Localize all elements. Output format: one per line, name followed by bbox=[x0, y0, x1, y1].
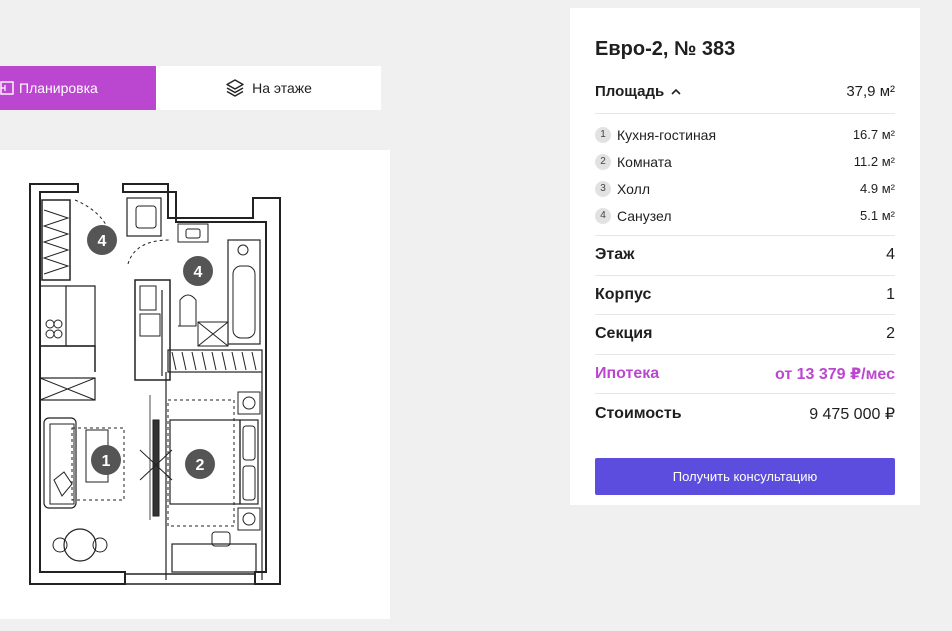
area-toggle[interactable]: Площадь 37,9 м² bbox=[595, 70, 895, 114]
apartment-info-card: Евро-2, № 383 Площадь 37,9 м² 1 Кухня-гос… bbox=[570, 8, 920, 505]
area-value: 37,9 м² bbox=[846, 83, 895, 100]
section-row: Секция 2 bbox=[595, 315, 895, 355]
room-number: 1 bbox=[595, 126, 611, 143]
area-label: Площадь bbox=[595, 83, 665, 100]
consultation-button[interactable]: Получить консультацию bbox=[595, 457, 895, 495]
room-number: 2 bbox=[595, 153, 611, 170]
chevron-up-icon bbox=[671, 88, 681, 95]
tab-plan-label: Планировка bbox=[19, 80, 98, 96]
list-item: 4 Санузел 5.1 м² bbox=[595, 202, 895, 229]
svg-text:4: 4 bbox=[98, 233, 107, 250]
svg-text:2: 2 bbox=[196, 457, 205, 474]
room-name: Холл bbox=[617, 180, 650, 197]
room-name: Кухня-гостиная bbox=[617, 126, 717, 143]
room-area: 4.9 м² bbox=[860, 181, 895, 196]
tab-plan[interactable]: Планировка bbox=[0, 66, 156, 110]
floor-label: Этаж bbox=[595, 246, 635, 264]
floor-plan-drawing: 4 4 1 2 bbox=[29, 183, 281, 585]
mortgage-value: от 13 379 ₽/мес bbox=[774, 365, 895, 383]
floor-plan: 4 4 1 2 bbox=[0, 150, 390, 619]
floor-row: Этаж 4 bbox=[595, 236, 895, 276]
tab-floor[interactable]: На этаже bbox=[156, 66, 381, 110]
room-area: 16.7 м² bbox=[852, 127, 895, 142]
section-label: Секция bbox=[595, 325, 653, 343]
mortgage-label: Ипотека bbox=[595, 364, 660, 382]
section-value: 2 bbox=[886, 325, 895, 343]
svg-text:1: 1 bbox=[102, 453, 111, 470]
room-name: Санузел bbox=[617, 207, 672, 224]
tab-floor-label: На этаже bbox=[252, 80, 312, 96]
building-label: Корпус bbox=[595, 285, 652, 303]
room-number: 4 bbox=[595, 207, 611, 224]
mortgage-row[interactable]: Ипотека от 13 379 ₽/мес bbox=[595, 355, 895, 394]
list-item: 3 Холл 4.9 м² bbox=[595, 175, 895, 202]
rooms-list: 1 Кухня-гостиная 16.7 м² 2 Комната 11.2 м²… bbox=[595, 114, 895, 236]
price-label: Стоимость bbox=[595, 404, 682, 422]
plan-icon bbox=[0, 81, 14, 95]
view-tabs: Планировка На этаже bbox=[0, 66, 381, 110]
list-item: 1 Кухня-гостиная 16.7 м² bbox=[595, 121, 895, 148]
room-number: 3 bbox=[595, 180, 611, 197]
price-row: Стоимость 9 475 000 ₽ bbox=[595, 394, 895, 434]
list-item: 2 Комната 11.2 м² bbox=[595, 148, 895, 175]
layers-icon bbox=[226, 79, 244, 97]
room-area: 11.2 м² bbox=[853, 154, 895, 169]
apartment-title: Евро-2, № 383 bbox=[595, 38, 736, 60]
floor-value: 4 bbox=[886, 246, 895, 264]
price-value: 9 475 000 ₽ bbox=[809, 405, 895, 423]
room-area: 5.1 м² bbox=[860, 208, 895, 223]
room-name: Комната bbox=[617, 153, 672, 170]
building-row: Корпус 1 bbox=[595, 276, 895, 315]
building-value: 1 bbox=[886, 285, 895, 303]
svg-text:4: 4 bbox=[194, 264, 203, 281]
